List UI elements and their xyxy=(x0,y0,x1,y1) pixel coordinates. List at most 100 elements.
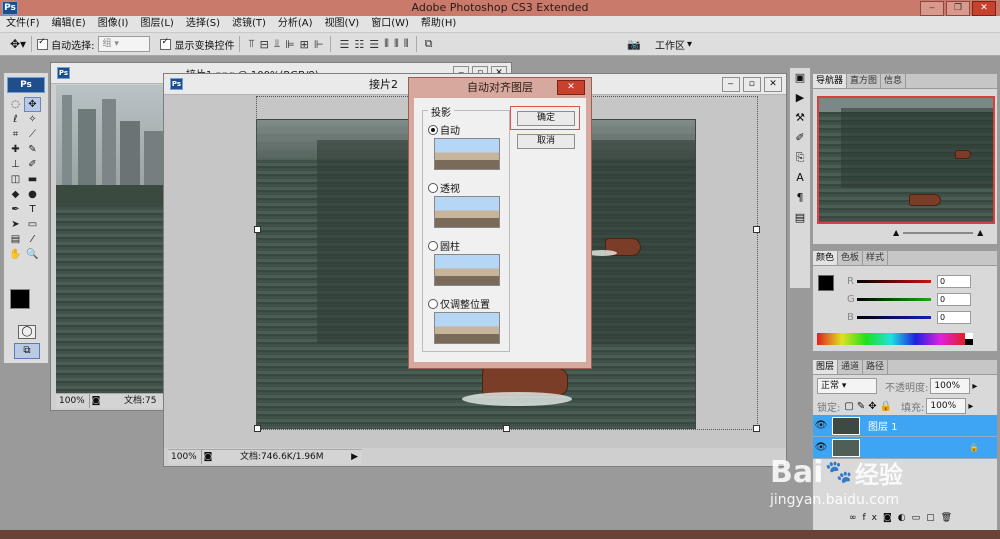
g-value[interactable]: 0 xyxy=(937,293,971,306)
align-bottom-icon[interactable]: ⫫ xyxy=(274,37,280,51)
doc2-minimize-button[interactable]: ‒ xyxy=(721,76,740,92)
menu-view[interactable]: 视图(V) xyxy=(325,16,360,32)
radio-reposition-only[interactable]: 仅调整位置 xyxy=(428,296,490,311)
distribute-bottom-icon[interactable]: ☰ xyxy=(369,38,379,51)
tool-presets-icon[interactable]: ⚒ xyxy=(790,108,810,128)
align-hcenter-icon[interactable]: ⊞ xyxy=(300,38,309,51)
distribute-left-icon[interactable]: ⦀ xyxy=(384,37,389,51)
tab-swatches[interactable]: 色板 xyxy=(838,251,864,265)
pen-tool-icon[interactable]: ✒ xyxy=(7,202,24,217)
document-1-canvas[interactable] xyxy=(56,85,164,393)
r-value[interactable]: 0 xyxy=(937,275,971,288)
status-arrow-icon[interactable]: ▶ xyxy=(351,450,358,464)
navigator-zoom-slider[interactable]: ▲ ▲ xyxy=(893,228,983,237)
tab-channels[interactable]: 通道 xyxy=(838,360,864,374)
chevron-down-icon[interactable]: ▾ xyxy=(687,39,692,50)
layer-row[interactable]: 👁 图层 1 xyxy=(813,415,997,437)
brushes-panel-icon[interactable]: ✐ xyxy=(790,128,810,148)
menu-help[interactable]: 帮助(H) xyxy=(421,16,456,32)
menu-file[interactable]: 文件(F) xyxy=(6,16,40,32)
camera-icon[interactable]: 📷 xyxy=(627,38,641,51)
transform-handle[interactable] xyxy=(753,425,760,432)
align-top-icon[interactable]: ⫪ xyxy=(248,37,254,51)
radio-auto[interactable]: 自动 xyxy=(428,122,460,137)
b-value[interactable]: 0 xyxy=(937,311,971,324)
tab-info[interactable]: 信息 xyxy=(881,74,907,88)
menu-filter[interactable]: 滤镜(T) xyxy=(232,16,266,32)
menu-window[interactable]: 窗口(W) xyxy=(371,16,409,32)
g-slider[interactable] xyxy=(857,298,931,301)
fill-arrow-icon[interactable]: ▸ xyxy=(968,401,973,412)
transform-handle[interactable] xyxy=(254,226,261,233)
menu-edit[interactable]: 编辑(E) xyxy=(52,16,86,32)
menu-analysis[interactable]: 分析(A) xyxy=(278,16,313,32)
transform-handle[interactable] xyxy=(254,425,261,432)
blur-tool-icon[interactable]: ◆ xyxy=(7,187,24,202)
menu-layer[interactable]: 图层(L) xyxy=(140,16,173,32)
foreground-color-swatch[interactable] xyxy=(10,289,30,309)
tab-histogram[interactable]: 直方图 xyxy=(847,74,882,88)
auto-align-layers-icon[interactable]: ⧉ xyxy=(425,37,433,51)
distribute-right-icon[interactable]: ⦀ xyxy=(404,37,409,51)
shape-tool-icon[interactable]: ▭ xyxy=(24,217,41,232)
close-button[interactable]: ✕ xyxy=(972,1,996,16)
tab-color[interactable]: 颜色 xyxy=(813,251,839,265)
doc2-maximize-button[interactable]: ▫ xyxy=(742,76,761,92)
align-vcenter-icon[interactable]: ⊟ xyxy=(260,38,269,51)
eye-icon[interactable]: 👁 xyxy=(813,442,829,453)
layer-name[interactable]: 图层 1 xyxy=(868,418,898,433)
actions-panel-icon[interactable]: ▶ xyxy=(790,88,810,108)
notes-tool-icon[interactable]: ▤ xyxy=(7,232,24,247)
menu-image[interactable]: 图像(I) xyxy=(98,16,129,32)
hand-tool-icon[interactable]: ✋ xyxy=(7,247,24,262)
character-panel-icon[interactable]: A xyxy=(790,168,810,188)
quick-mask-icon[interactable]: ◯ xyxy=(18,325,36,339)
radio-cylindrical[interactable]: 圆柱 xyxy=(428,238,460,253)
b-slider[interactable] xyxy=(857,316,931,319)
distribute-hcenter-icon[interactable]: ⦀ xyxy=(394,37,399,51)
layer-comps-icon[interactable]: ▤ xyxy=(790,208,810,228)
clone-source-icon[interactable]: ⎘ xyxy=(790,148,810,168)
minimize-button[interactable]: ‒ xyxy=(920,1,944,16)
magic-wand-icon[interactable]: ✧ xyxy=(24,112,41,127)
crop-tool-icon[interactable]: ⌗ xyxy=(7,127,24,142)
r-slider[interactable] xyxy=(857,280,931,283)
blend-mode-dropdown[interactable]: 正常 ▾ xyxy=(817,378,877,394)
color-spectrum[interactable] xyxy=(817,333,965,345)
align-right-icon[interactable]: ⊩ xyxy=(314,38,324,51)
lock-icons[interactable]: ▢✎✥🔒 xyxy=(844,401,895,412)
auto-select-dropdown[interactable]: 组 ▾ xyxy=(98,36,151,52)
cancel-button[interactable]: 取消 xyxy=(517,134,575,149)
history-brush-icon[interactable]: ✐ xyxy=(24,157,41,172)
slice-tool-icon[interactable]: ⟋ xyxy=(24,127,41,142)
move-tool-icon[interactable]: ✥▾ xyxy=(10,37,26,51)
restore-button[interactable]: ❐ xyxy=(946,1,970,16)
history-panel-icon[interactable]: ▣ xyxy=(790,68,810,88)
navigator-preview[interactable] xyxy=(817,96,995,224)
menu-select[interactable]: 选择(S) xyxy=(186,16,220,32)
tab-styles[interactable]: 样式 xyxy=(863,251,889,265)
distribute-vcenter-icon[interactable]: ☷ xyxy=(354,38,364,51)
stamp-tool-icon[interactable]: ⊥ xyxy=(7,157,24,172)
transform-handle[interactable] xyxy=(753,226,760,233)
doc1-status-icon[interactable]: ◙ xyxy=(90,394,102,408)
dialog-close-button[interactable]: ✕ xyxy=(557,80,585,95)
show-transform-checkbox[interactable] xyxy=(160,37,172,50)
opacity-arrow-icon[interactable]: ▸ xyxy=(972,381,977,392)
lasso-tool-icon[interactable]: ℓ xyxy=(7,112,24,127)
transform-handle[interactable] xyxy=(503,425,510,432)
doc1-zoom[interactable]: 100% xyxy=(56,394,90,408)
doc2-status-icon[interactable]: ◙ xyxy=(202,450,214,464)
healing-brush-icon[interactable]: ✚ xyxy=(7,142,24,157)
align-left-icon[interactable]: ⊫ xyxy=(285,38,295,51)
zoom-tool-icon[interactable]: 🔍 xyxy=(24,247,41,262)
dodge-tool-icon[interactable]: ● xyxy=(24,187,41,202)
radio-perspective[interactable]: 透视 xyxy=(428,180,460,195)
path-select-icon[interactable]: ➤ xyxy=(7,217,24,232)
workspace-label[interactable]: 工作区 xyxy=(655,37,685,52)
fill-input[interactable]: 100% xyxy=(926,398,967,414)
tab-paths[interactable]: 路径 xyxy=(863,360,889,374)
paragraph-panel-icon[interactable]: ¶ xyxy=(790,188,810,208)
eye-icon[interactable]: 👁 xyxy=(813,420,829,431)
fg-color-swatch[interactable] xyxy=(818,275,834,291)
